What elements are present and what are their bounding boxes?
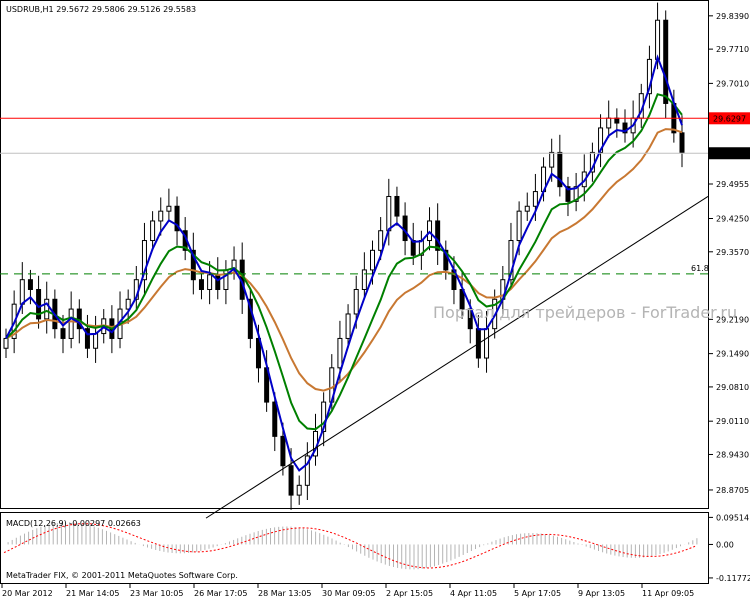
y-tick-label: 28.8705	[716, 486, 749, 495]
candle-body	[93, 333, 99, 349]
moving-averages	[5, 54, 683, 472]
candle-body	[361, 269, 367, 290]
current-price-label: 29.5583	[713, 149, 746, 158]
candle-body	[280, 435, 286, 467]
candle-body	[215, 274, 221, 290]
macd-y-tick-label: 0.00	[716, 540, 734, 549]
y-tick-label: 29.0810	[716, 383, 749, 392]
x-tick-label: 4 Apr 11:05	[450, 589, 497, 598]
ma-fast-line	[5, 54, 683, 472]
candle-body	[516, 210, 522, 242]
y-tick-label: 29.7010	[716, 79, 749, 88]
macd-histogram	[7, 522, 698, 570]
x-tick-label: 20 Mar 2012	[2, 589, 53, 598]
candle-body	[166, 205, 172, 212]
usdrub-h1-chart: USDRUB,H1 29.5672 29.5806 29.5126 29.558…	[0, 0, 750, 598]
candle-body	[655, 19, 661, 60]
candle-body	[27, 279, 33, 290]
y-tick-label: 29.4955	[716, 180, 749, 189]
candle-body	[60, 328, 66, 339]
trendline	[205, 196, 709, 519]
candle-body	[484, 328, 490, 359]
candle-body	[524, 205, 530, 212]
y-tick-label: 29.8390	[716, 12, 749, 21]
candle-body	[378, 230, 384, 251]
candle-body	[223, 269, 229, 290]
candle-body	[150, 220, 156, 242]
candle-body	[68, 308, 74, 339]
candle-body	[288, 465, 294, 496]
x-tick-label: 23 Mar 10:05	[130, 589, 183, 598]
y-tick-label: 29.7710	[716, 45, 749, 54]
x-tick-label: 28 Mar 13:05	[258, 589, 311, 598]
y-tick-label: 29.2190	[716, 315, 749, 324]
candle-body	[663, 19, 669, 104]
x-tick-label: 9 Apr 13:05	[578, 589, 625, 598]
candle-body	[353, 288, 359, 315]
ma-slow-line	[5, 128, 683, 392]
candle-body	[386, 195, 392, 232]
watermark: Портал для трейдеров - ForTrader.ru	[433, 303, 737, 322]
candle-body	[296, 484, 302, 496]
candle-series	[3, 2, 685, 510]
candle-body	[606, 117, 612, 129]
candle-body	[3, 337, 9, 349]
candle-body	[394, 195, 400, 217]
x-tick-label: 21 Mar 14:05	[66, 589, 119, 598]
candle-body	[402, 215, 408, 242]
candle-body	[370, 249, 376, 271]
candle-body	[207, 274, 213, 290]
candle-body	[679, 132, 685, 153]
x-tick-label: 30 Mar 09:05	[322, 589, 375, 598]
macd-y-tick-label: 0.09514	[716, 513, 749, 522]
x-tick-label: 26 Mar 17:05	[194, 589, 247, 598]
main-chart-frame	[0, 0, 709, 509]
macd-label: MACD(12,26,9) -0.00297 0.02663	[6, 519, 141, 528]
current-price-tag: 29.5583	[709, 147, 750, 160]
y-tick-label: 29.1490	[716, 350, 749, 359]
x-tick-label: 5 Apr 17:05	[514, 589, 561, 598]
candle-body	[614, 117, 620, 124]
macd-signal-line	[3, 523, 698, 569]
candle-body	[158, 210, 164, 222]
candle-body	[435, 220, 441, 251]
macd-axis: 0.09514 0.00 -0.11772	[708, 513, 750, 583]
y-tick-label: 29.4250	[716, 215, 749, 224]
candle-body	[44, 298, 50, 320]
symbol-header: USDRUB,H1 29.5672 29.5806 29.5126 29.558…	[6, 5, 196, 14]
candle-body	[272, 401, 278, 437]
candle-body	[345, 313, 351, 339]
copyright-text: MetaTrader FIX, © 2001-2011 MetaQuotes S…	[6, 571, 238, 580]
candle-body	[198, 279, 204, 290]
resistance-label: 29.6297	[713, 114, 746, 123]
candle-body	[337, 337, 343, 369]
x-tick-label: 2 Apr 15:05	[386, 589, 433, 598]
resistance-price-tag: 29.6297	[709, 112, 750, 125]
fib-label: 61.8	[691, 264, 709, 273]
price-axis: 29.8390 29.7710 29.7010 29.4955 29.4250 29.35…	[708, 12, 749, 495]
candle-body	[532, 191, 538, 207]
y-tick-label: 28.9430	[716, 450, 749, 459]
candle-body	[549, 151, 555, 168]
x-tick-label: 11 Apr 09:05	[642, 589, 694, 598]
y-tick-label: 29.0110	[716, 417, 749, 426]
y-tick-label: 29.3570	[716, 248, 749, 257]
candle-body	[19, 279, 25, 305]
macd-y-tick-label: -0.11772	[716, 574, 750, 583]
time-axis: 20 Mar 2012 21 Mar 14:05 23 Mar 10:05 26 Ma…	[1, 584, 694, 598]
